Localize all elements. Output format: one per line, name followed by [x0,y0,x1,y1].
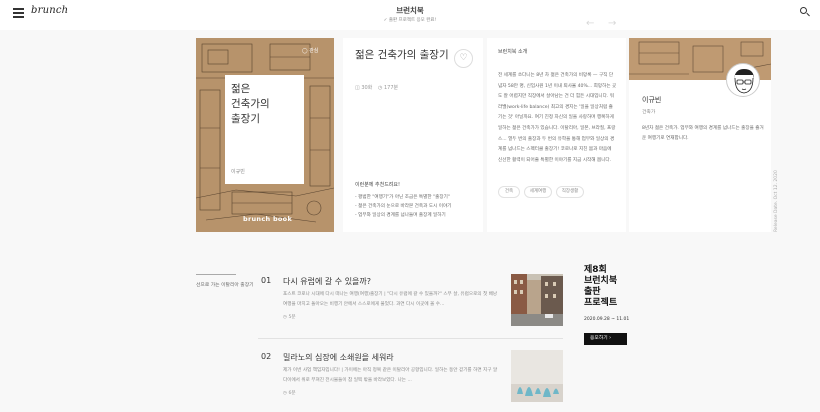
reading-time: ◷ 177분 [378,85,399,91]
author-role: 건축가 [642,110,656,115]
book-subtitle-label: 선으로 가는 이탈리아 출장기 [196,283,254,288]
article-thumbnail[interactable] [511,350,563,402]
release-date: Release Date. Oct 12. 2020 [774,170,779,232]
brunch-book-mark: brunch book [243,215,293,223]
article-number: 01 [261,276,272,285]
divider [196,274,236,275]
street-photo [511,274,563,326]
cover-interest-badge[interactable]: ◯ 관심 [302,47,318,54]
submission-status: ✓ 출판 프로젝트 응모 완료! [383,18,437,23]
recommend-item: - 업무와 일상의 경계를 넘나들며 출장계 일하기 [355,213,446,218]
cover-title: 젊은 건축가의 출장기 [231,83,270,125]
article-excerpt: 제가 이번 사업 책임자입니다! | 가이에는 아직 정복 같은 이탈리아 공항… [283,368,498,383]
intro-text: 전 세계를 쏘다니는 8년 차 젊은 건축가의 비망록 — 구직 단념자 58만… [498,73,617,163]
promo-title: 제8회 브런치북 출판 프로젝트 [584,265,618,308]
tag-world-travel[interactable]: 세계여행 [524,186,552,198]
promo-dates: 2020.09.28 ~ 11.01 [584,317,630,322]
article-excerpt: 포스트 코로나 시대에 다시 떠나는 여행(여행)출장기 | "다시 유럽에 갈… [283,292,498,307]
article-number: 02 [261,352,272,361]
article-divider [258,338,563,339]
author-description: 8년차 젊은 건축가. 업무와 여행의 경계를 넘나드는 출장을 즐거운 여행기… [642,126,764,141]
chapter-count: ◫ 30화 [355,85,373,91]
author-avatar[interactable] [726,63,760,97]
article-read-time: ◷ 6분 [283,391,296,396]
article-title[interactable]: 밀라노의 심장에 소쇄원을 세워라 [283,352,394,363]
book-title: 젊은 건축가의 출장기 [355,49,449,61]
cover-title-box: 젊은 건축가의 출장기 이규빈 [225,75,304,184]
page-title: 브런치북 [396,6,424,15]
article-title[interactable]: 다시 유럽에 갈 수 있을까? [283,276,371,287]
author-name[interactable]: 이규빈 [642,95,661,105]
heart-icon[interactable]: ♡ [454,49,473,68]
next-arrow-icon[interactable]: → [608,18,616,29]
recommend-item: - 젊은 건축가의 눈으로 바라본 건축과 도시 이야기 [355,204,452,209]
article-thumbnail[interactable] [511,274,563,326]
apply-button[interactable]: 응모하기 › [584,333,627,345]
search-icon[interactable] [800,7,810,17]
top-bar: brunch 브런치북 ✓ 출판 프로젝트 응모 완료! [0,0,820,30]
tag-work-life[interactable]: 직장생활 [556,186,584,198]
intro-label: 브런치북 소개 [498,49,528,55]
tag-architecture[interactable]: 건축 [498,186,520,198]
article-read-time: ◷ 5분 [283,315,296,320]
cover-author: 이규빈 [231,169,245,175]
prev-arrow-icon[interactable]: ← [586,18,594,29]
exhibition-photo [511,350,563,402]
recommend-item: - 평범한 "여행기"가 아닌 조금은 특별한 "출장기" [355,195,450,200]
recommend-heading: 이런분께 추천드려요! [355,182,400,188]
